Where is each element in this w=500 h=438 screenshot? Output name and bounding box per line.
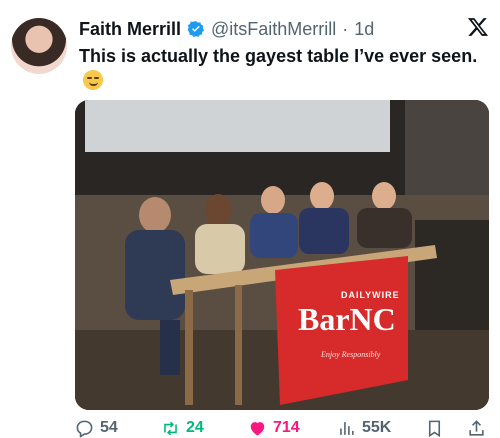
banner-title: BarNC: [298, 301, 396, 338]
tweet-header: Faith Merrill @itsFaithMerrill · 1d: [79, 17, 374, 41]
tweet-body: This is actually the gayest table I’ve e…: [79, 46, 478, 66]
bookmark-icon: [428, 420, 441, 437]
reply-count: 54: [100, 419, 118, 436]
smirk-emoji-icon: [83, 70, 103, 90]
separator-dot: ·: [342, 18, 349, 39]
like-button[interactable]: 714: [248, 419, 300, 438]
views-count: 55K: [362, 419, 392, 436]
share-icon: [469, 419, 484, 436]
banner-brand: DAILYWIRE: [341, 290, 400, 300]
heart-icon: [250, 421, 265, 436]
verified-badge-icon: [187, 21, 205, 38]
author-name[interactable]: Faith Merrill: [79, 19, 181, 40]
repost-button[interactable]: 24: [161, 419, 204, 438]
tweet-photo[interactable]: DAILYWIRE BarNC Enjoy Responsibly: [75, 100, 489, 410]
avatar[interactable]: [11, 18, 67, 74]
reply-icon: [76, 420, 93, 438]
x-logo-icon[interactable]: [467, 16, 489, 38]
share-button[interactable]: [467, 419, 486, 438]
repost-icon: [164, 421, 177, 435]
views-chart-icon: [340, 421, 354, 435]
bookmark-button[interactable]: [425, 419, 444, 438]
repost-count: 24: [186, 419, 204, 436]
views-button[interactable]: 55K: [337, 419, 391, 438]
tweet-text: This is actually the gayest table I’ve e…: [79, 44, 479, 92]
timestamp[interactable]: 1d: [354, 19, 374, 40]
banner-tagline: Enjoy Responsibly: [321, 350, 381, 359]
like-count: 714: [273, 419, 300, 436]
author-handle[interactable]: @itsFaithMerrill: [211, 19, 336, 40]
banner-title-bar: Bar: [298, 301, 350, 337]
banner-title-nc: NC: [349, 301, 396, 337]
reply-button[interactable]: 54: [75, 419, 118, 438]
tweet-actions: 54 24 714 55K: [75, 418, 489, 438]
